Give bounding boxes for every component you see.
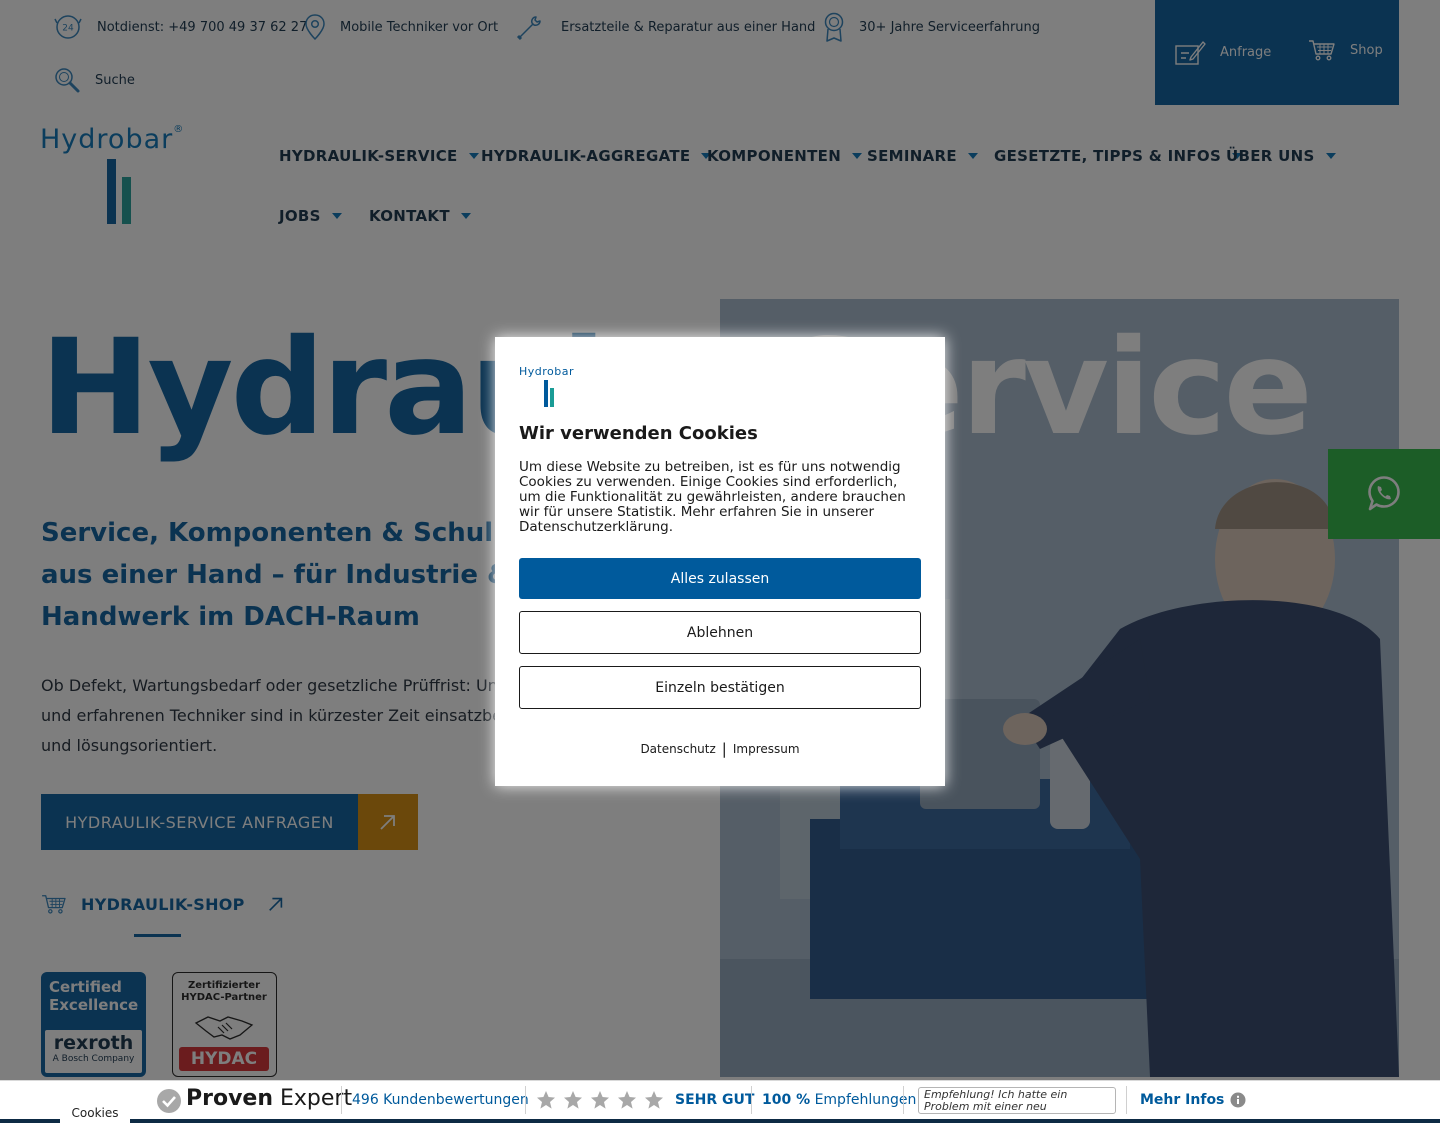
caret-down-icon: [460, 213, 471, 219]
confirm-individually-button[interactable]: Einzeln bestätigen: [519, 666, 921, 709]
nav-komponenten[interactable]: KOMPONENTEN: [707, 147, 863, 165]
star-icon: [618, 1091, 636, 1109]
arrow-up-right-icon: [268, 897, 282, 911]
arrow-up-right-icon: [380, 815, 395, 830]
caret-down-icon: [852, 153, 863, 159]
nav-hydraulik-aggregate[interactable]: HYDRAULIK-AGGREGATE: [481, 147, 712, 165]
caret-down-icon: [468, 153, 479, 159]
decline-button[interactable]: Ablehnen: [519, 611, 921, 654]
modal-footer-links: Datenschutz | Impressum: [495, 740, 945, 758]
star-icon: [591, 1091, 609, 1109]
cookies-settings-tab[interactable]: Cookies: [60, 1103, 130, 1123]
nav-hydraulik-service[interactable]: HYDRAULIK-SERVICE: [279, 147, 479, 165]
cart-icon: [1309, 40, 1335, 61]
bar-separator: [525, 1086, 526, 1114]
star-icon: [564, 1091, 582, 1109]
rating-stars: [536, 1090, 664, 1110]
imprint-link[interactable]: Impressum: [733, 742, 800, 756]
handshake-icon: [194, 1016, 254, 1040]
recommendation-rate: 100 % Empfehlungen: [762, 1092, 917, 1108]
link-separator: |: [721, 740, 727, 758]
hydac-partner-badge: Zertifizierter HYDAC-Partner HYDAC: [172, 972, 277, 1077]
request-arrow-button[interactable]: [358, 794, 418, 850]
privacy-link[interactable]: Datenschutz: [640, 742, 715, 756]
emergency-label: Notdienst: +49 700 49 37 62 27: [97, 19, 308, 35]
rexroth-certified-badge: Certified Excellence rexroth A Bosch Com…: [41, 972, 146, 1077]
parts-label: Ersatzteile & Reparatur aus einer Hand: [561, 19, 816, 35]
accept-all-button[interactable]: Alles zulassen: [519, 558, 921, 599]
hydraulik-shop-link[interactable]: HYDRAULIK-SHOP: [41, 893, 285, 937]
search-link[interactable]: Suche: [53, 66, 135, 94]
experience-label: 30+ Jahre Serviceerfahrung: [859, 19, 1041, 35]
emergency-hotline[interactable]: 24 Notdienst: +49 700 49 37 62 27: [53, 13, 307, 41]
mobile-label: Mobile Techniker vor Ort: [340, 19, 499, 35]
proven-expert-logo: Proven Expert: [186, 1086, 353, 1111]
search-icon: [55, 68, 80, 93]
bar-separator: [341, 1086, 342, 1114]
nav-kontakt[interactable]: KONTAKT: [369, 207, 471, 225]
location-pin-icon: [305, 14, 325, 41]
cart-icon: [42, 895, 66, 914]
star-icon: [537, 1091, 555, 1109]
mobile-technician: Mobile Techniker vor Ort: [304, 13, 498, 41]
caret-down-icon: [331, 213, 342, 219]
header-cta-box: Anfrage Shop: [1155, 0, 1399, 105]
svg-text:24: 24: [62, 24, 74, 34]
modal-logo: Hydrobar: [519, 365, 574, 410]
bar-separator: [903, 1086, 904, 1114]
edit-form-icon: [1175, 41, 1206, 65]
star-icon: [645, 1091, 663, 1109]
service-experience: 30+ Jahre Serviceerfahrung: [823, 11, 1040, 43]
parts-repair: Ersatzteile & Reparatur aus einer Hand: [515, 13, 815, 41]
logo-bars-graphic: [40, 155, 180, 225]
modal-description: Um diese Website zu betreiben, ist es fü…: [519, 459, 906, 535]
caret-down-icon: [1325, 153, 1336, 159]
nav-gesetzte-tipps-infos[interactable]: GESETZTE, TIPPS & INFOS: [994, 147, 1243, 165]
nav-ueber-uns[interactable]: ÜBER UNS: [1226, 147, 1336, 165]
search-label: Suche: [95, 72, 135, 88]
nav-jobs[interactable]: JOBS: [279, 207, 342, 225]
inquiry-button[interactable]: Anfrage: [1174, 38, 1271, 66]
rating-label: SEHR GUT: [675, 1092, 755, 1108]
shop-link-underline: [134, 934, 181, 937]
clock-24-icon: 24: [54, 15, 82, 39]
shop-label: Shop: [1350, 42, 1383, 58]
modal-title: Wir verwenden Cookies: [519, 423, 758, 444]
proven-expert-check-icon: [157, 1089, 181, 1113]
more-info-link[interactable]: Mehr Infos: [1140, 1092, 1246, 1108]
award-icon: [824, 12, 844, 42]
site-logo[interactable]: Hydrobar®: [40, 124, 184, 225]
whatsapp-icon: [1368, 476, 1400, 511]
wrench-icon: [516, 16, 541, 41]
bar-separator: [751, 1086, 752, 1114]
inquiry-label: Anfrage: [1220, 44, 1272, 60]
bottom-accent-line: [0, 1119, 1440, 1123]
top-bar: 24 Notdienst: +49 700 49 37 62 27 Mobile…: [0, 0, 1440, 105]
review-quote[interactable]: Empfehlung! Ich hatte ein Problem mit ei…: [918, 1087, 1116, 1114]
info-icon: [1230, 1092, 1246, 1108]
review-count: 496 Kundenbewertungen: [352, 1092, 529, 1108]
caret-down-icon: [967, 153, 978, 159]
logo-wordmark: Hydrobar®: [40, 124, 185, 155]
cookie-consent-dialog: Hydrobar Wir verwenden Cookies Um diese …: [495, 337, 945, 786]
hydraulik-service-request-button[interactable]: HYDRAULIK-SERVICE ANFRAGEN: [41, 794, 358, 850]
nav-seminare[interactable]: SEMINARE: [867, 147, 978, 165]
bar-separator: [1126, 1086, 1127, 1114]
whatsapp-button[interactable]: [1328, 449, 1440, 539]
shop-link-label: HYDRAULIK-SHOP: [81, 894, 245, 914]
shop-button[interactable]: Shop: [1308, 38, 1383, 62]
